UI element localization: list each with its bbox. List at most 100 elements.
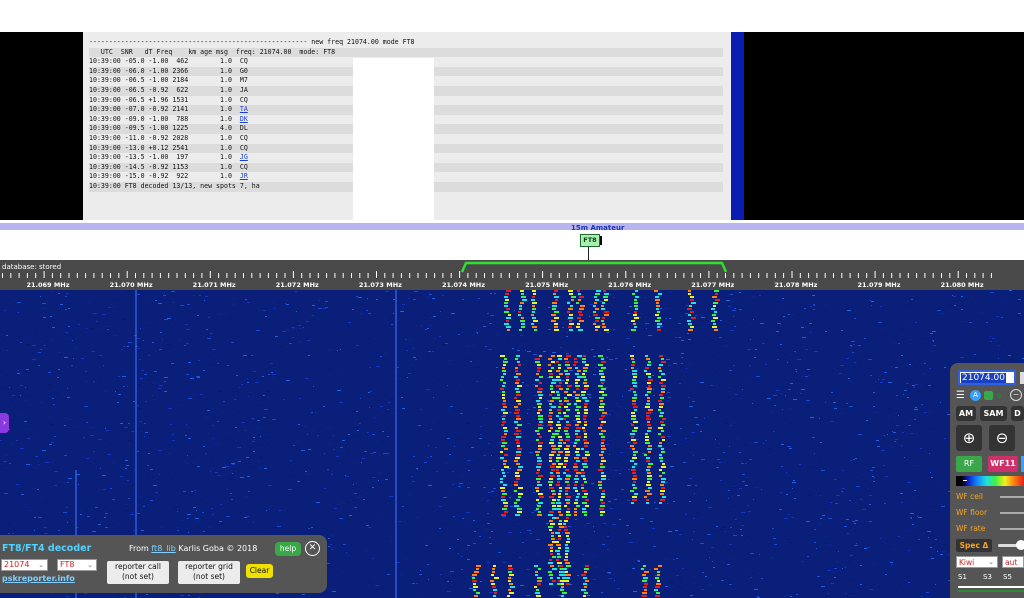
ft8-signal-trace <box>557 394 560 396</box>
callsign-link[interactable]: JG <box>240 153 248 161</box>
close-icon[interactable]: ✕ <box>305 541 320 556</box>
waterfall-noise <box>210 333 213 334</box>
ft8-signal-trace <box>502 421 506 423</box>
rf-button[interactable]: RF <box>956 456 982 472</box>
callsign-link[interactable]: TA <box>240 105 248 113</box>
band-label[interactable]: 15m Amateur <box>571 224 624 232</box>
waterfall-noise <box>425 545 428 546</box>
zoom-in-icon[interactable]: ⊕ <box>956 425 982 451</box>
ft8-signal-trace <box>566 577 570 579</box>
callsign-link[interactable]: JR <box>240 172 248 180</box>
passband-marker[interactable] <box>460 261 728 273</box>
side-panel-tab[interactable]: › <box>0 413 9 433</box>
zoom-out-icon[interactable]: ⊖ <box>989 425 1015 451</box>
waterfall-noise <box>96 321 98 322</box>
wf-rate-slider[interactable] <box>1000 528 1024 530</box>
reporter-grid-button[interactable]: reporter grid (not set) <box>178 561 240 584</box>
waterfall-noise <box>777 359 779 360</box>
reporter-call-button[interactable]: reporter call (not set) <box>107 561 169 584</box>
waterfall-noise <box>102 475 106 476</box>
waterfall-noise <box>820 495 821 496</box>
waterfall-noise <box>792 488 793 489</box>
ft8-signal-trace <box>565 580 569 582</box>
waterfall-noise <box>98 439 102 440</box>
waterfall-noise <box>827 570 831 571</box>
spec-delta-button[interactable]: Spec Δ <box>956 539 992 552</box>
waterfall-noise <box>1018 313 1021 314</box>
ft8-signal-trace <box>516 379 520 381</box>
mode-select[interactable]: FT8 ⌄ <box>57 559 97 571</box>
waterfall-noise <box>245 430 246 431</box>
wf-ceil-slider[interactable] <box>1000 496 1024 498</box>
waterfall-noise <box>342 571 344 572</box>
ft8-signal-trace <box>493 565 496 567</box>
mode-sam-button[interactable]: SAM <box>980 406 1007 421</box>
ft8-signal-trace <box>558 451 563 453</box>
waterfall-noise <box>835 503 838 504</box>
waterfall-noise <box>368 487 371 488</box>
ft8-signal-trace <box>565 433 569 435</box>
waterfall-noise <box>24 421 27 422</box>
green-square-icon[interactable] <box>984 391 993 400</box>
ft8-signal-trace <box>604 293 609 295</box>
ft8-signal-trace <box>517 361 520 363</box>
green-dot-icon[interactable] <box>997 393 1002 398</box>
waterfall-noise <box>237 430 240 431</box>
frequency-input[interactable]: 21074.00 <box>958 370 1016 385</box>
waterfall-noise <box>748 511 751 512</box>
frequency-unit-box[interactable] <box>1020 372 1024 384</box>
auto-select[interactable]: aut <box>1002 556 1024 568</box>
a-circle-icon[interactable]: A <box>970 390 981 401</box>
ft8-signal-trace <box>632 382 637 384</box>
waterfall-noise <box>6 335 8 336</box>
waterfall-noise <box>755 487 759 488</box>
log-scrollbar[interactable] <box>731 32 744 220</box>
waterfall-noise <box>252 441 255 442</box>
waterfall-noise <box>289 343 292 344</box>
wf-button[interactable]: WF11 <box>988 456 1018 472</box>
waterfall-noise <box>680 588 682 589</box>
help-button[interactable]: help <box>275 542 301 556</box>
spec-slider-knob[interactable] <box>1016 540 1024 550</box>
ft8-marker-tag[interactable]: FT8 <box>580 234 602 247</box>
waterfall-noise <box>587 595 590 596</box>
waterfall-noise <box>199 593 202 594</box>
pskreporter-link[interactable]: pskreporter.info <box>2 574 75 583</box>
ft8-signal-trace <box>556 502 561 504</box>
ft8-signal-trace <box>645 439 649 441</box>
waterfall-noise <box>425 329 427 330</box>
waterfall-noise <box>424 315 427 316</box>
clear-button[interactable]: Clear <box>246 564 273 578</box>
colormap-bar[interactable] <box>956 476 1024 486</box>
ft8-signal-trace <box>583 595 586 597</box>
waterfall-noise <box>214 356 217 357</box>
ft8-signal-trace <box>558 364 561 366</box>
ft8-signal-trace <box>532 311 535 313</box>
waterfall-noise <box>694 493 695 494</box>
waterfall-noise <box>712 561 713 562</box>
ft8-signal-trace <box>568 308 573 310</box>
ft8-signal-trace <box>507 329 510 331</box>
ft8-signal-trace <box>514 481 518 483</box>
callsign-link[interactable]: DK <box>240 115 248 123</box>
waterfall-noise <box>782 409 783 410</box>
minus-circle-icon[interactable]: − <box>1010 389 1022 401</box>
waterfall-noise <box>342 503 346 504</box>
ft8-signal-trace <box>501 469 504 471</box>
ft8-lib-link[interactable]: ft8_lib <box>151 544 175 553</box>
mode-am-button[interactable]: AM <box>956 406 976 421</box>
mode-d-button[interactable]: D <box>1011 406 1024 421</box>
chevron-down-icon: ⌄ <box>87 561 93 569</box>
wf-floor-slider[interactable] <box>1000 512 1024 514</box>
waterfall-noise <box>591 483 594 484</box>
ft8-signal-trace <box>561 574 566 576</box>
kiwi-select[interactable]: Kiwi ⌄ <box>956 556 998 568</box>
menu-icon[interactable]: ☰ <box>956 390 965 401</box>
frequency-select[interactable]: 21074 ⌄ <box>1 559 48 571</box>
log-header-line: ----------------------------------------… <box>89 38 415 46</box>
waterfall-noise <box>913 387 915 388</box>
waterfall-noise <box>105 527 108 528</box>
waterfall-noise <box>316 502 320 503</box>
waterfall-noise <box>734 326 736 327</box>
waterfall-noise <box>772 528 774 529</box>
